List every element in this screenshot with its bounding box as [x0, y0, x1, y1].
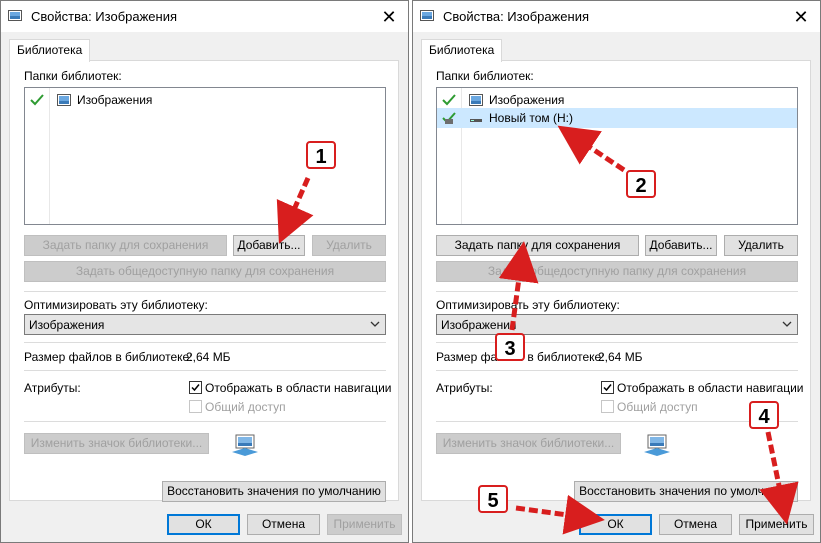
change-icon-button[interactable]: Изменить значок библиотеки...	[24, 433, 209, 454]
restore-defaults-button[interactable]: Восстановить значения по умолчанию	[574, 481, 798, 502]
folder-name: Изображения	[489, 93, 565, 107]
divider	[24, 291, 386, 292]
set-save-folder-button[interactable]: Задать папку для сохранения	[24, 235, 227, 256]
optimize-value: Изображения	[29, 318, 105, 332]
list-item-selected[interactable]: Новый том (H:)	[437, 108, 797, 128]
library-icon	[644, 434, 670, 456]
shared-label: Общий доступ	[205, 400, 286, 414]
title-bar: Свойства: Изображения ✕	[413, 1, 820, 32]
close-icon[interactable]: ✕	[790, 6, 812, 28]
close-icon[interactable]: ✕	[378, 6, 400, 28]
folder-name: Изображения	[77, 93, 153, 107]
apply-button[interactable]: Применить	[739, 514, 814, 535]
optimize-select[interactable]: Изображения	[436, 314, 798, 335]
change-icon-button[interactable]: Изменить значок библиотеки...	[436, 433, 621, 454]
annotation-badge-3: 3	[495, 333, 525, 361]
size-value: 2,64 МБ	[186, 350, 231, 364]
folders-list[interactable]: Изображения Новый том (H:)	[436, 87, 798, 225]
divider	[436, 421, 798, 422]
shared-label: Общий доступ	[617, 400, 698, 414]
list-item[interactable]: Изображения	[437, 90, 797, 110]
add-folder-button[interactable]: Добавить...	[233, 235, 305, 256]
attributes-label: Атрибуты:	[436, 381, 493, 395]
set-public-folder-button[interactable]: Задать общедоступную папку для сохранени…	[24, 261, 386, 282]
restore-defaults-button[interactable]: Восстановить значения по умолчанию	[162, 481, 386, 502]
show-in-nav-checkbox[interactable]	[601, 381, 614, 394]
pictures-icon	[469, 94, 483, 106]
size-value: 2,64 МБ	[598, 350, 643, 364]
show-in-nav-checkbox[interactable]	[189, 381, 202, 394]
tab-library[interactable]: Библиотека	[421, 39, 503, 62]
annotation-badge-5: 5	[478, 485, 508, 513]
pictures-icon	[57, 94, 71, 106]
divider	[24, 342, 386, 343]
chevron-down-icon	[782, 321, 792, 327]
show-in-nav-label: Отображать в области навигации	[617, 381, 804, 395]
set-public-folder-button[interactable]: Задать общедоступную папку для сохранени…	[436, 261, 798, 282]
divider	[24, 421, 386, 422]
folder-name: Новый том (H:)	[489, 111, 573, 125]
check-icon	[442, 94, 456, 106]
show-in-nav-label: Отображать в области навигации	[205, 381, 392, 395]
set-save-folder-button[interactable]: Задать папку для сохранения	[436, 235, 639, 256]
library-icon	[8, 10, 22, 21]
cancel-button[interactable]: Отмена	[659, 514, 732, 535]
library-icon	[420, 10, 434, 21]
annotation-badge-1: 1	[306, 141, 336, 169]
window-title: Свойства: Изображения	[31, 9, 178, 24]
library-icon	[232, 434, 258, 456]
save-location-icon	[442, 112, 456, 124]
title-bar: Свойства: Изображения ✕	[1, 1, 408, 32]
ok-button[interactable]: ОК	[579, 514, 652, 535]
attributes-label: Атрибуты:	[24, 381, 81, 395]
size-label: Размер файлов в библиотеке:	[24, 350, 193, 364]
divider	[436, 370, 798, 371]
optimize-label: Оптимизировать эту библиотеку:	[436, 298, 620, 312]
folders-label: Папки библиотек:	[24, 69, 122, 83]
divider	[24, 370, 386, 371]
optimize-value: Изображения	[441, 318, 517, 332]
chevron-down-icon	[370, 321, 380, 327]
check-icon	[30, 94, 44, 106]
divider	[436, 342, 798, 343]
left-properties-window: Свойства: Изображения ✕ Библиотека Папки…	[0, 0, 409, 543]
window-title: Свойства: Изображения	[443, 9, 590, 24]
optimize-select[interactable]: Изображения	[24, 314, 386, 335]
library-pane: Папки библиотек: Изображения Новый том (…	[421, 60, 811, 502]
shared-checkbox[interactable]	[189, 400, 202, 413]
library-pane: Папки библиотек: Изображения Задать папк…	[9, 60, 399, 502]
drive-icon	[470, 119, 482, 122]
shared-checkbox[interactable]	[601, 400, 614, 413]
cancel-button[interactable]: Отмена	[247, 514, 320, 535]
remove-folder-button[interactable]: Удалить	[724, 235, 798, 256]
remove-folder-button[interactable]: Удалить	[312, 235, 386, 256]
ok-button[interactable]: ОК	[167, 514, 240, 535]
divider	[436, 291, 798, 292]
annotation-badge-2: 2	[626, 170, 656, 198]
right-properties-window: Свойства: Изображения ✕ Библиотека Папки…	[412, 0, 821, 543]
tab-library[interactable]: Библиотека	[9, 39, 91, 62]
annotation-badge-4: 4	[749, 401, 779, 429]
apply-button[interactable]: Применить	[327, 514, 402, 535]
optimize-label: Оптимизировать эту библиотеку:	[24, 298, 208, 312]
list-item[interactable]: Изображения	[25, 90, 385, 110]
folders-label: Папки библиотек:	[436, 69, 534, 83]
add-folder-button[interactable]: Добавить...	[645, 235, 717, 256]
